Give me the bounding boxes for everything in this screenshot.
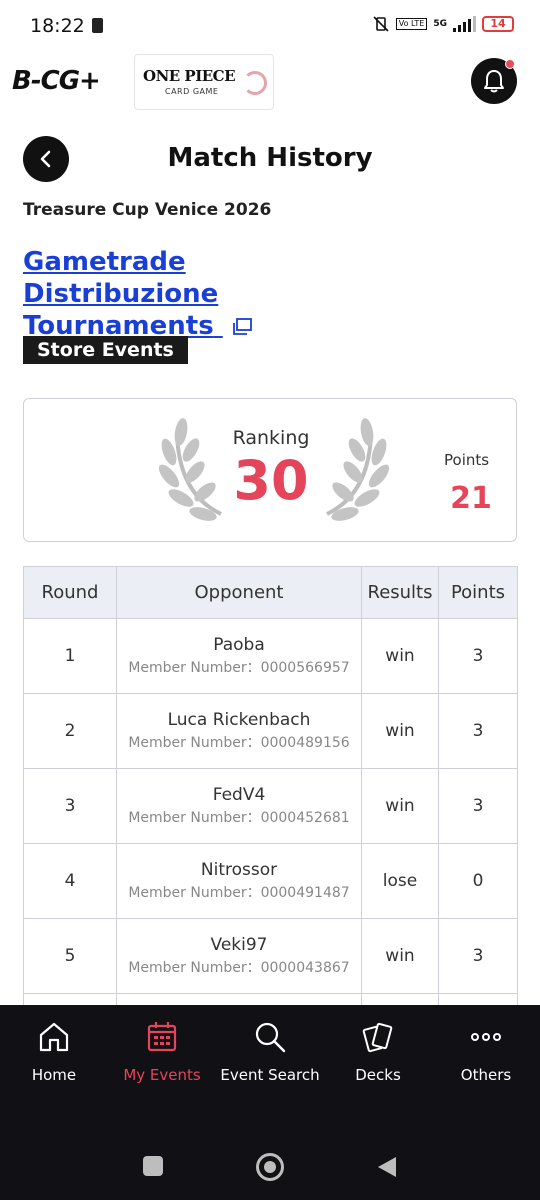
back-system-button[interactable] (376, 1155, 398, 1179)
opponent-cell: Paoba Member Number：0000566957 (116, 618, 362, 694)
table-row (23, 993, 518, 1005)
nav-others[interactable]: Others (432, 1019, 540, 1084)
result-cell: win (361, 618, 439, 694)
opponent-name: Luca Rickenbach (167, 710, 311, 730)
nav-others-label: Others (460, 1066, 512, 1084)
calendar-icon (147, 1022, 177, 1052)
points-cell: 3 (438, 693, 518, 769)
round-cell: 2 (23, 693, 117, 769)
table-row: 4 Nitrossor Member Number：0000491487 los… (23, 843, 518, 919)
round-cell: 5 (23, 918, 117, 994)
points-cell: 3 (438, 918, 518, 994)
opponent-name: Veki97 (210, 935, 268, 955)
nav-event-search[interactable]: Event Search (216, 1019, 324, 1084)
nav-decks[interactable]: Decks (324, 1019, 432, 1084)
result-cell (361, 993, 439, 1005)
result-cell: win (361, 918, 439, 994)
opponent-cell: Luca Rickenbach Member Number：0000489156 (116, 693, 362, 769)
points-cell: 3 (438, 768, 518, 844)
opponent-name: Paoba (213, 635, 265, 655)
table-viewport: Round Opponent Results Points 1 Paoba Me… (0, 0, 540, 1005)
home-system-button-dot (264, 1161, 276, 1173)
bottom-navigation: Home My Events Event Search Decks Others (0, 1005, 540, 1132)
table-row: 2 Luca Rickenbach Member Number：00004891… (23, 693, 518, 769)
header-points: Points (438, 566, 518, 619)
round-cell (23, 993, 117, 1005)
opponent-cell: Veki97 Member Number：0000043867 (116, 918, 362, 994)
member-number: Member Number：0000489156 (128, 735, 350, 751)
recents-button[interactable] (143, 1156, 163, 1176)
header-results: Results (361, 566, 439, 619)
opponent-cell: FedV4 Member Number：0000452681 (116, 768, 362, 844)
opponent-name: Nitrossor (200, 860, 278, 880)
points-cell: 3 (438, 618, 518, 694)
table-row: 1 Paoba Member Number：0000566957 win 3 (23, 618, 518, 694)
home-icon (39, 1022, 69, 1052)
table-row: 5 Veki97 Member Number：0000043867 win 3 (23, 918, 518, 994)
system-navigation-bar (0, 1132, 540, 1200)
round-cell: 4 (23, 843, 117, 919)
round-cell: 1 (23, 618, 117, 694)
points-cell (438, 993, 518, 1005)
table-header-row: Round Opponent Results Points (23, 566, 518, 619)
member-number: Member Number：0000491487 (128, 885, 350, 901)
round-cell: 3 (23, 768, 117, 844)
nav-decks-label: Decks (355, 1066, 401, 1084)
nav-event-search-label: Event Search (220, 1066, 320, 1084)
result-cell: win (361, 768, 439, 844)
table-row: 3 FedV4 Member Number：0000452681 win 3 (23, 768, 518, 844)
nav-home-label: Home (31, 1066, 77, 1084)
opponent-cell: Nitrossor Member Number：0000491487 (116, 843, 362, 919)
more-icon (471, 1033, 501, 1041)
search-icon (255, 1022, 286, 1053)
member-number: Member Number：0000043867 (128, 960, 350, 976)
nav-my-events-label: My Events (123, 1066, 201, 1084)
points-cell: 0 (438, 843, 518, 919)
nav-my-events[interactable]: My Events (108, 1019, 216, 1084)
result-cell: win (361, 693, 439, 769)
cards-icon (362, 1022, 393, 1053)
header-opponent: Opponent (116, 566, 362, 619)
home-system-button[interactable] (256, 1153, 284, 1181)
result-cell: lose (361, 843, 439, 919)
member-number: Member Number：0000452681 (128, 810, 350, 826)
header-round: Round (23, 566, 117, 619)
opponent-name: FedV4 (212, 785, 266, 805)
member-number: Member Number：0000566957 (128, 660, 350, 676)
match-results-table: Round Opponent Results Points 1 Paoba Me… (23, 566, 518, 1005)
opponent-cell (116, 993, 362, 1005)
nav-home[interactable]: Home (0, 1019, 108, 1084)
